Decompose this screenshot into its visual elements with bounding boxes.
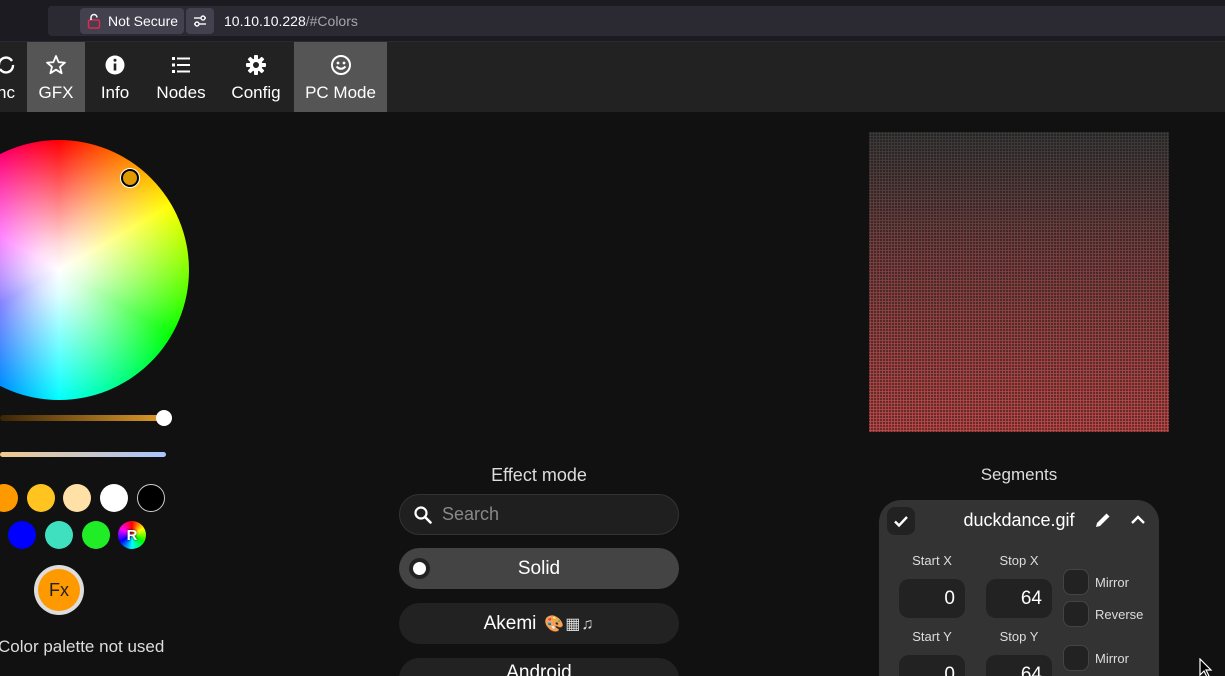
- security-label: Not Secure: [108, 13, 179, 29]
- effect-search-box[interactable]: [399, 494, 679, 535]
- stop-y-input[interactable]: 64: [986, 655, 1052, 676]
- tab-label: nc: [0, 83, 15, 102]
- tab-label: Config: [231, 83, 281, 102]
- stop-x-label: Stop X: [999, 553, 1039, 568]
- site-permissions-button[interactable]: [186, 8, 214, 34]
- palette-note: Color palette not used: [0, 637, 165, 656]
- pencil-icon[interactable]: [1093, 510, 1113, 530]
- tab-label: PC Mode: [305, 83, 376, 102]
- wled-app-window: Not Secure 10.10.10.228/#Colors nc GFX I…: [0, 0, 1225, 676]
- led-matrix-preview: [869, 132, 1169, 432]
- reverse-x-checkbox[interactable]: [1063, 601, 1089, 627]
- tab-nodes[interactable]: Nodes: [150, 42, 212, 112]
- effect-name: Android: [506, 661, 572, 676]
- white-balance-slider[interactable]: [0, 452, 166, 457]
- smiley-icon: [330, 54, 352, 76]
- effect-radio-selected[interactable]: [409, 558, 430, 579]
- random-color-label: R: [126, 526, 138, 544]
- url-host: 10.10.10.228: [224, 13, 306, 29]
- quick-color-orange[interactable]: [0, 484, 18, 512]
- mirror-y-label: Mirror: [1095, 651, 1129, 666]
- segment-name: duckdance.gif: [963, 510, 1075, 530]
- color-wheel-handle[interactable]: [121, 169, 139, 187]
- quick-color-warm-white[interactable]: [63, 484, 91, 512]
- tab-label: Nodes: [156, 83, 206, 102]
- security-indicator[interactable]: Not Secure: [80, 8, 184, 34]
- effect-mode-heading: Effect mode: [491, 465, 587, 485]
- effect-search-input[interactable]: [442, 504, 662, 525]
- quick-color-white[interactable]: [100, 484, 128, 512]
- gear-icon: [245, 54, 267, 76]
- effect-flags-icons: 🎨▦♫: [544, 615, 595, 633]
- url-text[interactable]: 10.10.10.228/#Colors: [224, 13, 358, 29]
- address-bar[interactable]: Not Secure 10.10.10.228/#Colors: [48, 6, 1225, 36]
- segment-card: duckdance.gif Start X Stop X 0 64 Mirror…: [879, 500, 1159, 676]
- chevron-up-icon[interactable]: [1128, 510, 1148, 530]
- start-y-label: Start Y: [912, 629, 952, 644]
- tab-gfx[interactable]: GFX: [27, 42, 85, 112]
- tab-label: GFX: [38, 83, 74, 102]
- url-path: /#Colors: [305, 13, 358, 29]
- effect-item-akemi[interactable]: Akemi 🎨▦♫: [399, 603, 679, 644]
- quick-color-blue[interactable]: [8, 521, 36, 549]
- tab-sync[interactable]: nc: [0, 42, 26, 112]
- tab-label: Info: [100, 83, 130, 102]
- reverse-x-label: Reverse: [1095, 607, 1144, 622]
- effect-item-android[interactable]: Android: [399, 658, 679, 676]
- brightness-slider[interactable]: [0, 415, 164, 421]
- start-x-label: Start X: [912, 553, 952, 568]
- main-tab-bar: nc GFX Info Nodes Config PC Mode: [0, 42, 1225, 112]
- effect-item-solid[interactable]: Solid: [399, 548, 679, 589]
- browser-toolbar: Not Secure 10.10.10.228/#Colors: [0, 0, 1225, 42]
- stop-y-label: Stop Y: [999, 629, 1039, 644]
- sync-icon: [0, 54, 17, 76]
- info-icon: [104, 54, 126, 76]
- mirror-y-checkbox[interactable]: [1063, 645, 1089, 671]
- start-y-input[interactable]: 0: [899, 655, 965, 676]
- unlocked-icon: [87, 13, 101, 29]
- start-x-input[interactable]: 0: [899, 579, 965, 618]
- segments-heading: Segments: [980, 465, 1058, 484]
- list-icon: [170, 54, 192, 76]
- color-wheel[interactable]: [0, 140, 189, 400]
- mirror-x-checkbox[interactable]: [1063, 569, 1089, 595]
- tab-info[interactable]: Info: [88, 42, 142, 112]
- permissions-icon: [194, 15, 206, 27]
- search-icon: [414, 505, 432, 524]
- tab-config[interactable]: Config: [226, 42, 286, 112]
- brightness-slider-knob[interactable]: [156, 410, 172, 426]
- stop-x-input[interactable]: 64: [986, 579, 1052, 618]
- tab-pc-mode[interactable]: PC Mode: [294, 42, 387, 112]
- quick-color-amber[interactable]: [27, 484, 55, 512]
- fx-button-label: Fx: [49, 579, 69, 600]
- random-color-button[interactable]: R: [118, 521, 146, 549]
- quick-color-green[interactable]: [82, 521, 110, 549]
- quick-color-turquoise[interactable]: [45, 521, 73, 549]
- quick-color-black[interactable]: [137, 484, 165, 512]
- star-icon: [45, 54, 67, 76]
- mouse-cursor-icon: [1199, 658, 1213, 676]
- fx-color-slot-button[interactable]: Fx: [34, 565, 84, 615]
- effect-name: Akemi: [483, 612, 537, 634]
- effect-name: Solid: [517, 557, 561, 579]
- mirror-x-label: Mirror: [1095, 575, 1129, 590]
